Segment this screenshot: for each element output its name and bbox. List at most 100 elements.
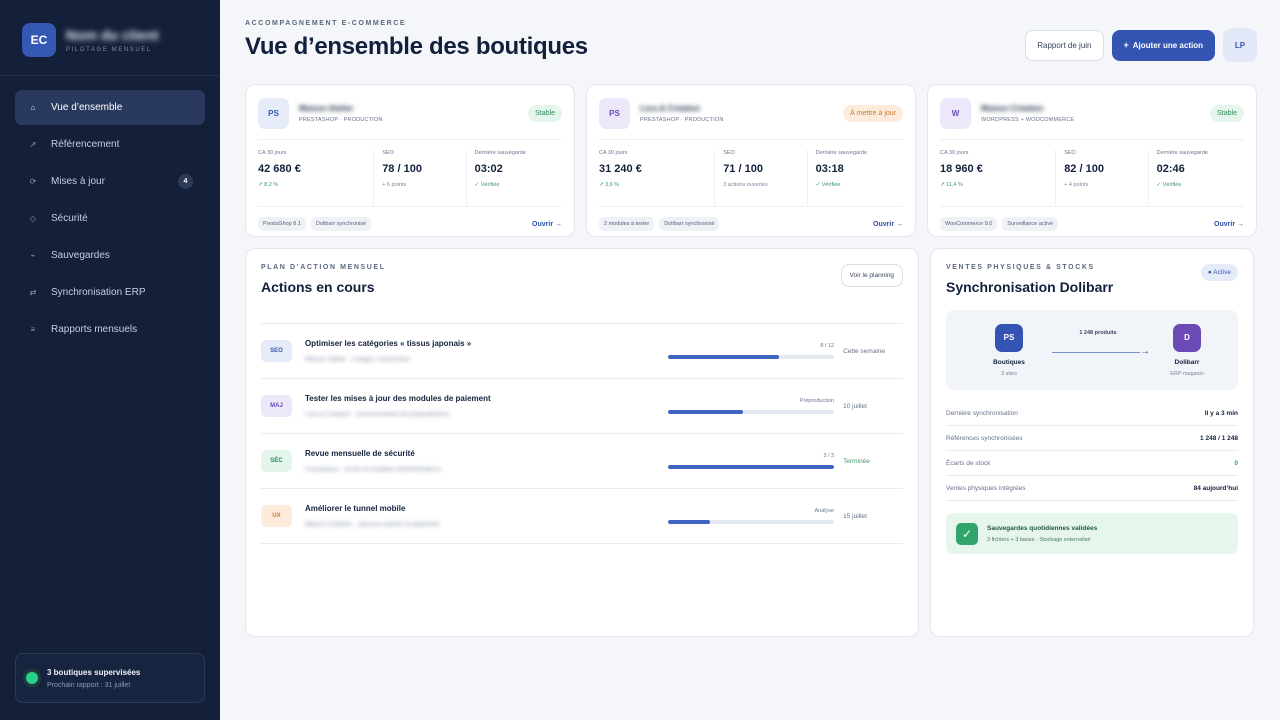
home-icon: ⌂: [30, 103, 36, 112]
brand-logo: EC: [22, 22, 56, 57]
supervision-status: 3 boutiques supervisées Prochain rapport…: [15, 653, 205, 703]
sidebar-item-label: Synchronisation ERP: [51, 287, 146, 298]
list-item[interactable]: SÉC Revue mensuelle de sécurité 3 boutiq…: [261, 434, 903, 489]
status-badge: ● Active: [1200, 264, 1238, 281]
backup-notice: ✓ Sauvegardes quotidiennes validées 3 fi…: [946, 513, 1238, 554]
sidebar-item-label: Sécurité: [51, 213, 88, 224]
action-tag: SÉC: [261, 450, 292, 472]
shop-tag: Dolibarr synchronisé: [659, 217, 720, 231]
revenue-value: 42 680 €: [258, 163, 301, 175]
brand-subtitle: PILOTAGE MENSUEL: [66, 46, 152, 53]
shop-tag: PrestaShop 8.1: [258, 217, 306, 231]
brand: EC Nom du client PILOTAGE MENSUEL: [0, 0, 220, 76]
add-action-label: Ajouter une action: [1132, 40, 1203, 50]
shop-card: W Maison Création WORDPRESS + WOOCOMMERC…: [927, 84, 1257, 237]
sidebar: EC Nom du client PILOTAGE MENSUEL ⌂ Vue …: [0, 0, 220, 720]
shop-platform: PRESTASHOP · PRODUCTION: [640, 116, 724, 123]
stat-label: Ventes physiques intégrées: [946, 484, 1026, 492]
avatar[interactable]: LP: [1223, 28, 1257, 62]
sync-flow: PS Boutiques 3 sites 1 248 produits → D …: [946, 310, 1238, 390]
open-shop-link[interactable]: Ouvrir →: [532, 221, 562, 228]
action-title: Améliorer le tunnel mobile: [304, 504, 406, 513]
sidebar-item-label: Rapports mensuels: [51, 324, 138, 335]
sync-stats: Dernière synchronisation Il y a 3 min Ré…: [946, 401, 1238, 501]
revenue-value: 31 240 €: [599, 163, 642, 175]
flow-target-sub: ERP magasin: [1170, 370, 1204, 377]
status-badge: Stable: [528, 104, 562, 122]
open-shop-link[interactable]: Ouvrir →: [873, 221, 903, 228]
shop-tag: Surveillance active: [1002, 217, 1059, 231]
flow-target-title: Dolibarr: [1174, 358, 1200, 366]
action-due: 15 juillet: [843, 512, 867, 520]
backup-title: Sauvegardes quotidiennes validées: [987, 524, 1098, 532]
shop-platform: PRESTASHOP · PRODUCTION: [299, 116, 383, 123]
action-tag: UX: [261, 505, 292, 527]
action-title: Tester les mises à jour des modules de p…: [304, 394, 491, 403]
progress-bar: [668, 520, 710, 524]
action-tag: MAJ: [261, 395, 292, 417]
seo-label: SEO: [382, 150, 394, 156]
sidebar-item-updates[interactable]: ⟳ Mises à jour 4: [15, 164, 205, 199]
revenue-value: 18 960 €: [940, 163, 983, 175]
status-dot-icon: [26, 672, 38, 684]
plus-icon: +: [1123, 40, 1129, 50]
list-item[interactable]: SEO Optimiser les catégories « tissus ja…: [261, 324, 903, 379]
flow-line: [1052, 352, 1140, 353]
add-action-button[interactable]: + Ajouter une action: [1111, 29, 1215, 61]
backup-label: Dernière sauvegarde: [815, 150, 867, 156]
refresh-icon: ⟳: [29, 177, 37, 186]
wordpress-logo-icon: W: [940, 97, 971, 129]
action-subtitle: Maison Atelier · 3 pages concernées: [304, 356, 411, 363]
revenue-trend: ↗ 11,4 %: [940, 182, 963, 188]
progress-bar: [668, 465, 835, 469]
shop-cards: PS Maison Atelier PRESTASHOP · PRODUCTIO…: [245, 84, 1257, 237]
seo-value: 71 / 100: [723, 163, 763, 175]
progress-bar: [668, 355, 780, 359]
action-due: Terminée: [843, 457, 870, 465]
sidebar-item-label: Sauvegardes: [51, 250, 110, 261]
seo-value: 82 / 100: [1064, 163, 1104, 175]
sidebar-item-backups[interactable]: ⌁ Sauvegardes: [15, 238, 205, 273]
sidebar-item-erp-sync[interactable]: ⇄ Synchronisation ERP: [15, 275, 205, 310]
sidebar-item-reports[interactable]: ≡ Rapports mensuels: [15, 312, 205, 347]
next-report: Prochain rapport : 31 juillet: [47, 681, 131, 689]
seo-label: SEO: [1064, 150, 1076, 156]
prestashop-logo-icon: PS: [599, 97, 630, 129]
synced-products-count: 1 248 produits: [1079, 330, 1117, 336]
stat-value: 0: [1234, 459, 1238, 467]
seo-value: 78 / 100: [382, 163, 422, 175]
page-eyebrow: ACCOMPAGNEMENT E-COMMERCE: [245, 20, 407, 27]
list-item[interactable]: UX Améliorer le tunnel mobile Maison Cré…: [261, 489, 903, 544]
sidebar-item-label: Vue d’ensemble: [51, 102, 123, 113]
shop-tag: 2 modules à tester: [599, 217, 655, 231]
sidebar-item-overview[interactable]: ⌂ Vue d’ensemble: [15, 90, 205, 125]
action-title: Optimiser les catégories « tissus japona…: [304, 339, 472, 348]
backup-status: ✓ Vérifiée: [815, 182, 841, 188]
revenue-label: CA 30 jours: [940, 150, 969, 156]
trend-icon: ↗: [29, 140, 37, 149]
stat-label: Dernière synchronisation: [946, 409, 1018, 417]
sync-icon: ⇄: [29, 288, 37, 297]
backup-subtitle: 3 fichiers + 3 bases · Stockage external…: [987, 536, 1091, 543]
progress-bar: [668, 410, 743, 414]
seo-sub: + 4 points: [1064, 182, 1089, 188]
open-shop-link[interactable]: Ouvrir →: [1214, 221, 1244, 228]
dolibarr-icon: D: [1173, 323, 1201, 352]
list-item[interactable]: MAJ Tester les mises à jour des modules …: [261, 379, 903, 434]
sidebar-item-seo[interactable]: ↗ Référencement: [15, 127, 205, 162]
client-name: Nom du client: [66, 26, 159, 43]
sidebar-item-security[interactable]: ◇ Sécurité: [15, 201, 205, 236]
actions-eyebrow: PLAN D’ACTION MENSUEL: [261, 264, 386, 271]
backup-icon: ⌁: [30, 251, 36, 260]
actions-panel: PLAN D’ACTION MENSUEL Actions en cours V…: [245, 248, 919, 637]
june-report-button[interactable]: Rapport de juin: [1025, 29, 1104, 61]
seo-sub: + 6 points: [382, 182, 407, 188]
action-title: Revue mensuelle de sécurité: [304, 449, 415, 458]
shop-card: PS Maison Atelier PRESTASHOP · PRODUCTIO…: [245, 84, 575, 237]
stat-label: Références synchronisées: [946, 434, 1023, 442]
backup-status: ✓ Vérifiée: [474, 182, 500, 188]
view-planning-button[interactable]: Voir le planning: [840, 264, 903, 287]
action-due: Cette semaine: [843, 347, 886, 355]
seo-sub: 3 actions ouvertes: [723, 182, 768, 188]
seo-label: SEO: [723, 150, 735, 156]
